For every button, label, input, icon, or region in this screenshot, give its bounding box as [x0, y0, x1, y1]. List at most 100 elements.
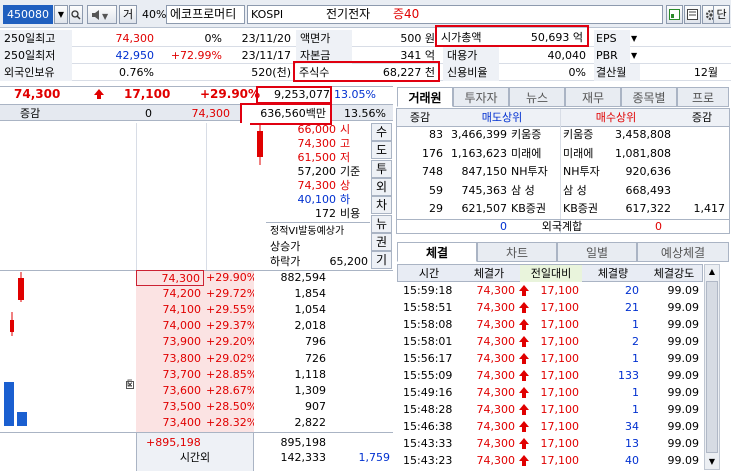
bid-row[interactable]: 73,500 +28.50% 907 — [136, 399, 392, 415]
side-tab[interactable]: 권 — [371, 232, 392, 251]
price-level-label: 고 — [340, 137, 351, 150]
trade-tab-2[interactable]: 일별 — [557, 242, 637, 262]
bid-row[interactable]: 73,600 +28.67% 1,309 — [136, 383, 392, 399]
percent-label: 40% — [142, 8, 167, 21]
scroll-down-icon[interactable]: ▼ — [705, 455, 719, 469]
side-tab[interactable]: 차 — [371, 196, 392, 215]
up-arrow-icon — [519, 333, 533, 350]
bid-row[interactable]: 73,700 +28.85% 1,118 — [136, 367, 392, 383]
high-250-label: 250일최고 — [0, 30, 72, 47]
trade-tab-0[interactable]: 체결 — [397, 242, 477, 262]
up-arrow-icon — [519, 316, 533, 333]
broker-buy-name[interactable]: 키움증 — [563, 126, 609, 143]
unit-button[interactable]: 단 — [713, 5, 730, 24]
tab-1[interactable]: 투자자 — [453, 87, 509, 107]
trade-header-change: 전일대비 — [520, 265, 582, 282]
bid-price: 73,800 — [162, 351, 202, 365]
broker-sell-qty: 847,150 — [461, 165, 508, 178]
trade-tab-1[interactable]: 차트 — [477, 242, 557, 262]
margin-label: 증40 — [393, 7, 420, 21]
copy-icon[interactable] — [684, 5, 701, 24]
bid-row[interactable]: 73,800 +29.02% 726 — [136, 351, 392, 367]
broker-sell-name[interactable]: NH투자 — [511, 163, 557, 180]
side-tab[interactable]: 수 — [371, 123, 392, 141]
broker-sell-name[interactable]: 미래에 — [511, 145, 557, 162]
trade-strength: 99.09 — [667, 352, 700, 365]
bid-qty: 1,309 — [294, 383, 327, 397]
side-tab[interactable]: 외 — [371, 177, 392, 196]
window-icon[interactable] — [666, 5, 683, 24]
trade-tab-3[interactable]: 예상체결 — [637, 242, 729, 262]
tab-5[interactable]: 프로 — [677, 87, 729, 107]
broker-buy-name[interactable]: 미래에 — [563, 145, 609, 162]
broker-sell-name[interactable]: 키움증 — [511, 126, 557, 143]
bid-price: 73,700 — [162, 367, 202, 381]
par-value: 500 원 — [400, 32, 435, 45]
broker-buy-qty: 3,458,808 — [615, 128, 671, 141]
trade-change: 17,100 — [540, 437, 580, 450]
bid-row[interactable]: 74,300 +29.90% 882,594 — [136, 270, 392, 286]
trade-price: 74,300 — [476, 454, 516, 467]
scroll-thumb[interactable] — [706, 281, 718, 453]
search-icon[interactable] — [69, 5, 83, 24]
foreign-holding-value: 0.76% — [119, 66, 154, 79]
broker-sell-name[interactable]: KB증권 — [511, 200, 557, 217]
speaker-icon[interactable]: ▼ — [87, 5, 117, 24]
bid-pct: +29.90% — [206, 271, 254, 284]
code-dropdown-icon[interactable]: ▼ — [54, 5, 68, 24]
broker-buy-name[interactable]: NH투자 — [563, 163, 609, 180]
pbr-dropdown-icon[interactable]: ▼ — [631, 47, 643, 64]
scroll-up-icon[interactable]: ▲ — [705, 265, 719, 279]
bid-qty: 1,118 — [294, 367, 327, 381]
trade-row: 15:58:01 74,300 17,100 2 99.09 — [397, 333, 703, 350]
bid-row[interactable]: 74,100 +29.55% 1,054 — [136, 302, 392, 318]
foreign-label: 외국계합 — [541, 220, 583, 233]
trade-strength: 99.09 — [667, 284, 700, 297]
tab-3[interactable]: 재무 — [565, 87, 621, 107]
trade-change: 17,100 — [540, 335, 580, 348]
bid-row[interactable]: 74,000 +29.37% 2,018 — [136, 318, 392, 334]
bid-row[interactable]: 73,400 +28.32% 2,822 — [136, 415, 392, 431]
broker-sell-qty: 3,466,399 — [451, 128, 507, 141]
trade-price: 74,300 — [476, 403, 516, 416]
credit-ratio-value: 0% — [568, 66, 586, 79]
side-tab[interactable]: 투 — [371, 159, 392, 178]
trade-strength: 99.09 — [667, 369, 700, 382]
type-button[interactable]: 거 — [119, 5, 137, 24]
broker-diff2 — [673, 182, 725, 199]
close-icon[interactable]: ✕ — [126, 381, 134, 389]
bid-qty: 1,854 — [294, 287, 327, 301]
tab-0[interactable]: 거래원 — [397, 87, 453, 107]
side-tab[interactable]: 도 — [371, 141, 392, 160]
trade-qty: 133 — [618, 369, 639, 382]
market-cap-label: 시가총액 — [441, 31, 482, 44]
side-tab[interactable]: 뉴 — [371, 214, 392, 233]
fiscal-month-label: 결산월 — [594, 64, 640, 81]
trade-time: 15:58:01 — [403, 335, 453, 348]
totals: +895,198 895,198 시간외 142,333 1,759 — [0, 432, 393, 471]
side-tab[interactable]: 기 — [371, 251, 392, 270]
bid-row[interactable]: 73,900 +29.20% 796 — [136, 334, 392, 350]
pbr-label: PBR — [594, 47, 630, 64]
stock-name-field[interactable]: 에코프로머티 — [166, 5, 245, 24]
trade-row: 15:58:08 74,300 17,100 1 99.09 — [397, 316, 703, 333]
stock-code-input[interactable]: 450080 — [3, 5, 53, 24]
broker-header-diff2: 증감 — [691, 111, 713, 124]
trade-scrollbar[interactable]: ▲ ▼ — [704, 264, 720, 470]
broker-sell-name[interactable]: 삼 성 — [511, 182, 557, 199]
broker-buy-name[interactable]: 삼 성 — [563, 182, 609, 199]
price-level-label: 시 — [340, 123, 351, 136]
broker-row: 748 847,150 NH투자 NH투자 920,636 — [397, 163, 729, 181]
tab-4[interactable]: 종목별 — [621, 87, 677, 107]
broker-buy-name[interactable]: KB증권 — [563, 200, 609, 217]
bid-qty: 882,594 — [280, 271, 327, 284]
broker-diff: 748 — [422, 165, 443, 178]
vi-box: 정적VI발동예상가 상승가 하락가 65,200 — [266, 222, 370, 269]
trade-qty: 13 — [625, 437, 639, 450]
up-arrow-icon — [519, 452, 533, 469]
eps-dropdown-icon[interactable]: ▼ — [631, 30, 643, 47]
bid-row[interactable]: 74,200 +29.72% 1,854 — [136, 286, 392, 302]
trade-qty: 2 — [632, 335, 639, 348]
tab-2[interactable]: 뉴스 — [509, 87, 565, 107]
market-label: KOSPI — [251, 8, 284, 21]
